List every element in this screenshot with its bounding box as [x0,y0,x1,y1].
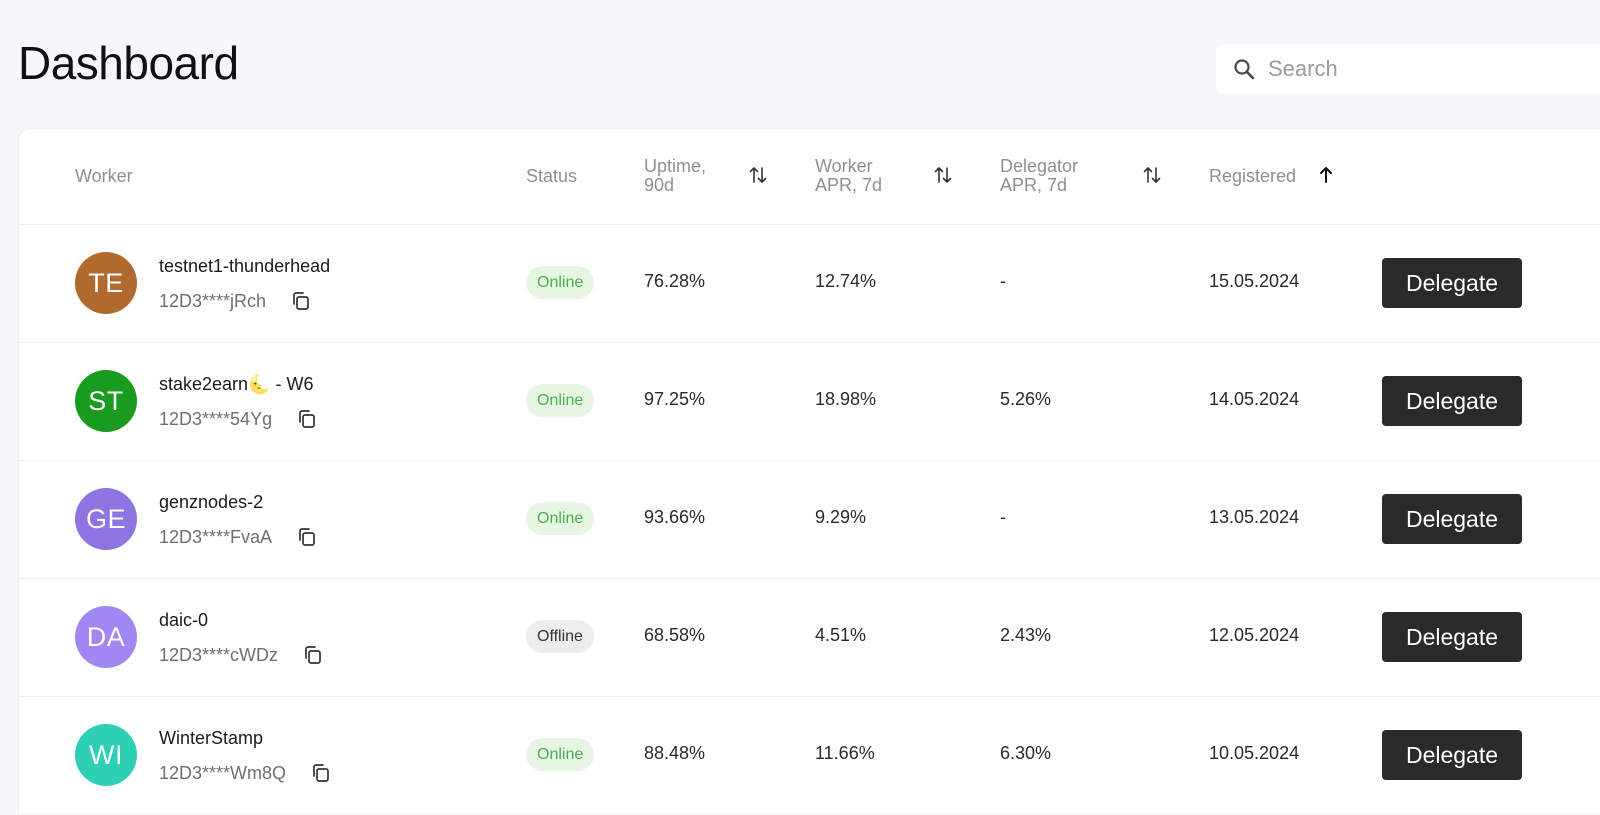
avatar: TE [75,252,137,314]
column-label-worker: Worker [75,166,133,186]
worker-name[interactable]: stake2earn🌜 - W6 [159,374,313,395]
column-label-uptime: Uptime, 90d [644,156,707,195]
column-label-registered: Registered [1209,166,1297,186]
sort-arrows-icon[interactable] [1141,164,1163,186]
worker-peer-id: 12D3****jRch [159,290,312,312]
status-badge: Online [526,266,595,299]
avatar: DA [75,606,137,668]
peer-id-text: 12D3****54Yg [159,408,273,429]
table-row: WI WinterStamp 12D3****Wm8Q Online 88.48… [19,696,1600,815]
status-badge: Online [526,502,595,535]
copy-icon[interactable] [302,644,324,666]
table-header: Worker Status Uptime, 90d Worker APR, 7d [19,129,1600,225]
column-header-uptime[interactable]: Uptime, 90d [644,157,724,195]
worker-peer-id: 12D3****FvaA [159,526,318,548]
table-row: GE genznodes-2 12D3****FvaA Online 93.66… [19,460,1600,579]
delegate-button[interactable]: Delegate [1382,612,1522,662]
uptime-value: 68.58% [644,625,706,645]
sort-arrows-icon[interactable] [747,164,769,186]
arrow-up-icon[interactable] [1315,164,1337,186]
table-row: ST stake2earn🌜 - W6 12D3****54Yg Online … [19,342,1600,461]
column-label-status: Status [526,166,578,186]
status-badge: Offline [526,620,594,653]
worker-peer-id: 12D3****54Yg [159,408,318,430]
column-header-status: Status [526,167,577,186]
worker-name[interactable]: testnet1-thunderhead [159,256,330,277]
peer-id-text: 12D3****Wm8Q [159,762,287,783]
worker-apr-value: 12.74% [815,271,877,291]
worker-peer-id: 12D3****cWDz [159,644,324,666]
worker-peer-id: 12D3****Wm8Q [159,762,332,784]
peer-id-text: 12D3****jRch [159,290,267,311]
uptime-value: 88.48% [644,743,706,763]
peer-id-text: 12D3****cWDz [159,644,279,665]
registered-date: 13.05.2024 [1209,507,1300,527]
dashboard-page: Dashboard Worker Status Uptime, 90d [0,0,1600,815]
registered-date: 12.05.2024 [1209,625,1300,645]
worker-name[interactable]: WinterStamp [159,728,263,749]
delegator-apr-value: 2.43% [1000,625,1052,645]
uptime-value: 76.28% [644,271,706,291]
copy-icon[interactable] [290,290,312,312]
table-row: DA daic-0 12D3****cWDz Offline 68.58% 4.… [19,578,1600,697]
column-header-worker: Worker [75,167,133,186]
copy-icon[interactable] [296,408,318,430]
worker-apr-value: 9.29% [815,507,867,527]
uptime-value: 93.66% [644,507,706,527]
avatar: GE [75,488,137,550]
worker-name[interactable]: daic-0 [159,610,208,631]
worker-apr-value: 11.66% [815,743,875,763]
table-row: TE testnet1-thunderhead 12D3****jRch Onl… [19,224,1600,343]
column-header-worker-apr[interactable]: Worker APR, 7d [815,157,905,195]
delegator-apr-value: - [1000,271,1006,291]
workers-table: Worker Status Uptime, 90d Worker APR, 7d [18,128,1600,815]
column-label-worker-apr: Worker APR, 7d [815,156,883,195]
copy-icon[interactable] [296,526,318,548]
delegate-button[interactable]: Delegate [1382,730,1522,780]
column-label-delegator-apr: Delegator APR, 7d [1000,156,1079,195]
delegator-apr-value: 5.26% [1000,389,1052,409]
status-badge: Online [526,738,595,771]
search-icon [1232,57,1256,81]
delegate-button[interactable]: Delegate [1382,376,1522,426]
peer-id-text: 12D3****FvaA [159,526,273,547]
sort-arrows-icon[interactable] [932,164,954,186]
delegator-apr-value: 6.30% [1000,743,1052,763]
registered-date: 10.05.2024 [1209,743,1300,763]
column-header-delegator-apr[interactable]: Delegator APR, 7d [1000,157,1100,195]
avatar: WI [75,724,137,786]
copy-icon[interactable] [310,762,332,784]
column-header-registered[interactable]: Registered [1209,167,1296,186]
registered-date: 15.05.2024 [1209,271,1300,291]
avatar: ST [75,370,137,432]
delegate-button[interactable]: Delegate [1382,258,1522,308]
uptime-value: 97.25% [644,389,706,409]
worker-name[interactable]: genznodes-2 [159,492,263,513]
delegate-button[interactable]: Delegate [1382,494,1522,544]
worker-apr-value: 18.98% [815,389,877,409]
search-input[interactable] [1266,55,1570,83]
worker-apr-value: 4.51% [815,625,867,645]
search-box[interactable] [1216,44,1600,94]
status-badge: Online [526,384,595,417]
page-title: Dashboard [18,37,239,89]
registered-date: 14.05.2024 [1209,389,1300,409]
delegator-apr-value: - [1000,507,1006,527]
